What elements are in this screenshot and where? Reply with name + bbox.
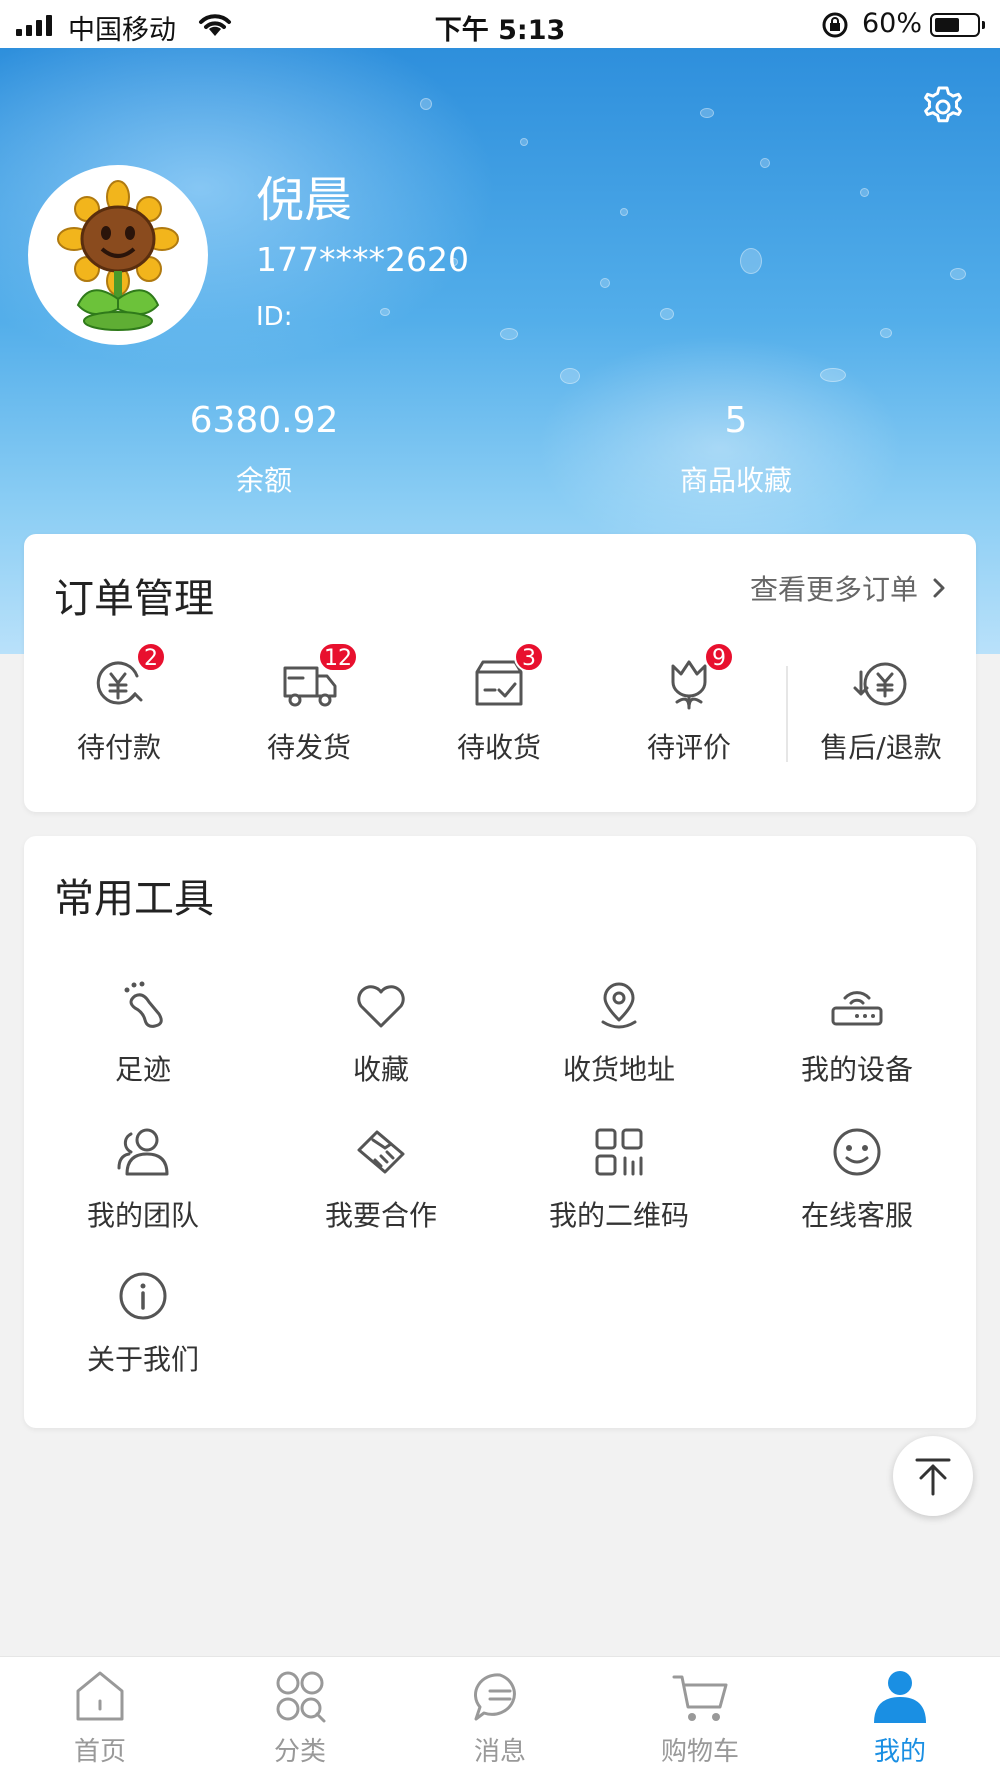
favorites-value: 5 — [724, 400, 748, 441]
cart-icon — [672, 1675, 728, 1721]
order-pending-review-badge: 9 — [704, 642, 734, 672]
order-after-sales-label: 售后/退款 — [820, 731, 942, 764]
tool-address-label: 收货地址 — [562, 1053, 675, 1086]
user-id: ID: — [256, 302, 293, 332]
balance-label: 余额 — [235, 464, 292, 497]
tab-cart[interactable]: 购物车 — [600, 1667, 800, 1768]
tool-footprint-label: 足迹 — [114, 1053, 171, 1086]
tool-footprint[interactable]: 足迹 — [24, 976, 262, 1096]
tab-mine-label: 我的 — [873, 1737, 926, 1767]
refund-icon — [853, 662, 907, 706]
tab-home[interactable]: 首页 — [0, 1667, 200, 1768]
order-pending-receipt-label: 待收货 — [456, 731, 541, 764]
qrcode-icon — [595, 1128, 643, 1176]
order-pending-receipt[interactable]: 待收货 3 — [404, 642, 594, 784]
tab-category-label: 分类 — [273, 1737, 326, 1767]
tool-customer-service-label: 在线客服 — [800, 1199, 913, 1232]
arrow-up-icon — [915, 1458, 951, 1496]
gear-icon[interactable] — [918, 80, 968, 130]
tool-cooperation-label: 我要合作 — [324, 1199, 437, 1232]
category-icon — [276, 1671, 326, 1723]
message-icon — [473, 1673, 516, 1721]
user-phone: 177****2620 — [256, 240, 469, 279]
order-pending-receipt-badge: 3 — [514, 642, 544, 672]
user-icon — [874, 1671, 926, 1723]
tool-favorites-label: 收藏 — [352, 1053, 409, 1086]
location-pin-icon — [601, 982, 637, 1029]
user-name: 倪晨 — [256, 172, 353, 228]
view-more-orders-label: 查看更多订单 — [749, 573, 918, 606]
tab-home-label: 首页 — [73, 1737, 126, 1767]
home-icon — [76, 1671, 124, 1721]
tool-my-devices[interactable]: 我的设备 — [738, 976, 976, 1096]
back-to-top-button[interactable] — [893, 1436, 973, 1516]
tool-my-team-label: 我的团队 — [86, 1199, 199, 1232]
clock: 下午 5:13 — [434, 15, 566, 46]
battery-fill — [935, 18, 959, 32]
tool-qrcode-label: 我的二维码 — [548, 1199, 689, 1232]
tab-messages-label: 消息 — [473, 1737, 526, 1767]
order-pending-payment[interactable]: 待付款 2 — [24, 642, 214, 784]
tab-messages[interactable]: 消息 — [400, 1667, 600, 1768]
tab-category[interactable]: 分类 — [200, 1667, 400, 1768]
view-more-orders-link[interactable]: 查看更多订单 — [750, 568, 946, 608]
tools-title: 常用工具 — [54, 876, 214, 922]
tool-about-us[interactable]: 关于我们 — [24, 1266, 262, 1386]
order-pending-shipment-label: 待发货 — [266, 731, 351, 764]
tool-about-us-label: 关于我们 — [86, 1343, 199, 1376]
bottom-tab-bar: 首页 分类 消息 购物车 我的 — [0, 1656, 1000, 1778]
order-management-card: 订单管理 查看更多订单 待付款 2 待发货 12 待收货 3 待评价 9 售后/… — [24, 534, 976, 812]
common-tools-card: 常用工具 足迹 收藏 收货地址 我的设备 我的团队 我要合作 我的二维码 在线客… — [24, 836, 976, 1428]
tool-qrcode[interactable]: 我的二维码 — [500, 1122, 738, 1242]
balance-stat[interactable]: 6380.92 余额 — [114, 400, 414, 499]
avatar[interactable] — [28, 165, 208, 345]
rotation-lock-icon — [822, 12, 848, 38]
info-icon — [119, 1272, 167, 1320]
favorites-label: 商品收藏 — [679, 464, 792, 497]
order-after-sales[interactable]: 售后/退款 — [786, 654, 976, 784]
tab-cart-label: 购物车 — [660, 1737, 739, 1767]
tool-my-devices-label: 我的设备 — [800, 1053, 913, 1086]
status-bar: 中国移动 下午 5:13 60% — [0, 0, 1000, 48]
battery-percent: 60% — [862, 8, 923, 39]
sunflower-avatar — [32, 169, 204, 341]
tool-address[interactable]: 收货地址 — [500, 976, 738, 1096]
team-icon — [117, 1128, 169, 1176]
heart-icon — [357, 985, 405, 1028]
favorites-stat[interactable]: 5 商品收藏 — [586, 400, 886, 499]
orders-title: 订单管理 — [54, 576, 214, 622]
order-pending-review[interactable]: 待评价 9 — [594, 642, 784, 784]
router-icon — [831, 991, 883, 1026]
footprint-icon — [124, 981, 163, 1028]
order-pending-shipment[interactable]: 待发货 12 — [214, 642, 404, 784]
handshake-icon — [357, 1130, 405, 1174]
order-pending-shipment-badge: 12 — [318, 642, 358, 672]
balance-value: 6380.92 — [189, 400, 339, 441]
smiley-icon — [833, 1128, 881, 1176]
order-pending-payment-label: 待付款 — [76, 731, 161, 764]
battery-icon — [930, 13, 985, 37]
tool-customer-service[interactable]: 在线客服 — [738, 1122, 976, 1242]
order-pending-review-label: 待评价 — [646, 731, 731, 764]
tool-favorites[interactable]: 收藏 — [262, 976, 500, 1096]
order-pending-payment-badge: 2 — [136, 642, 166, 672]
tab-mine[interactable]: 我的 — [800, 1667, 1000, 1768]
tool-cooperation[interactable]: 我要合作 — [262, 1122, 500, 1242]
tool-my-team[interactable]: 我的团队 — [24, 1122, 262, 1242]
chevron-right-icon — [933, 578, 945, 598]
